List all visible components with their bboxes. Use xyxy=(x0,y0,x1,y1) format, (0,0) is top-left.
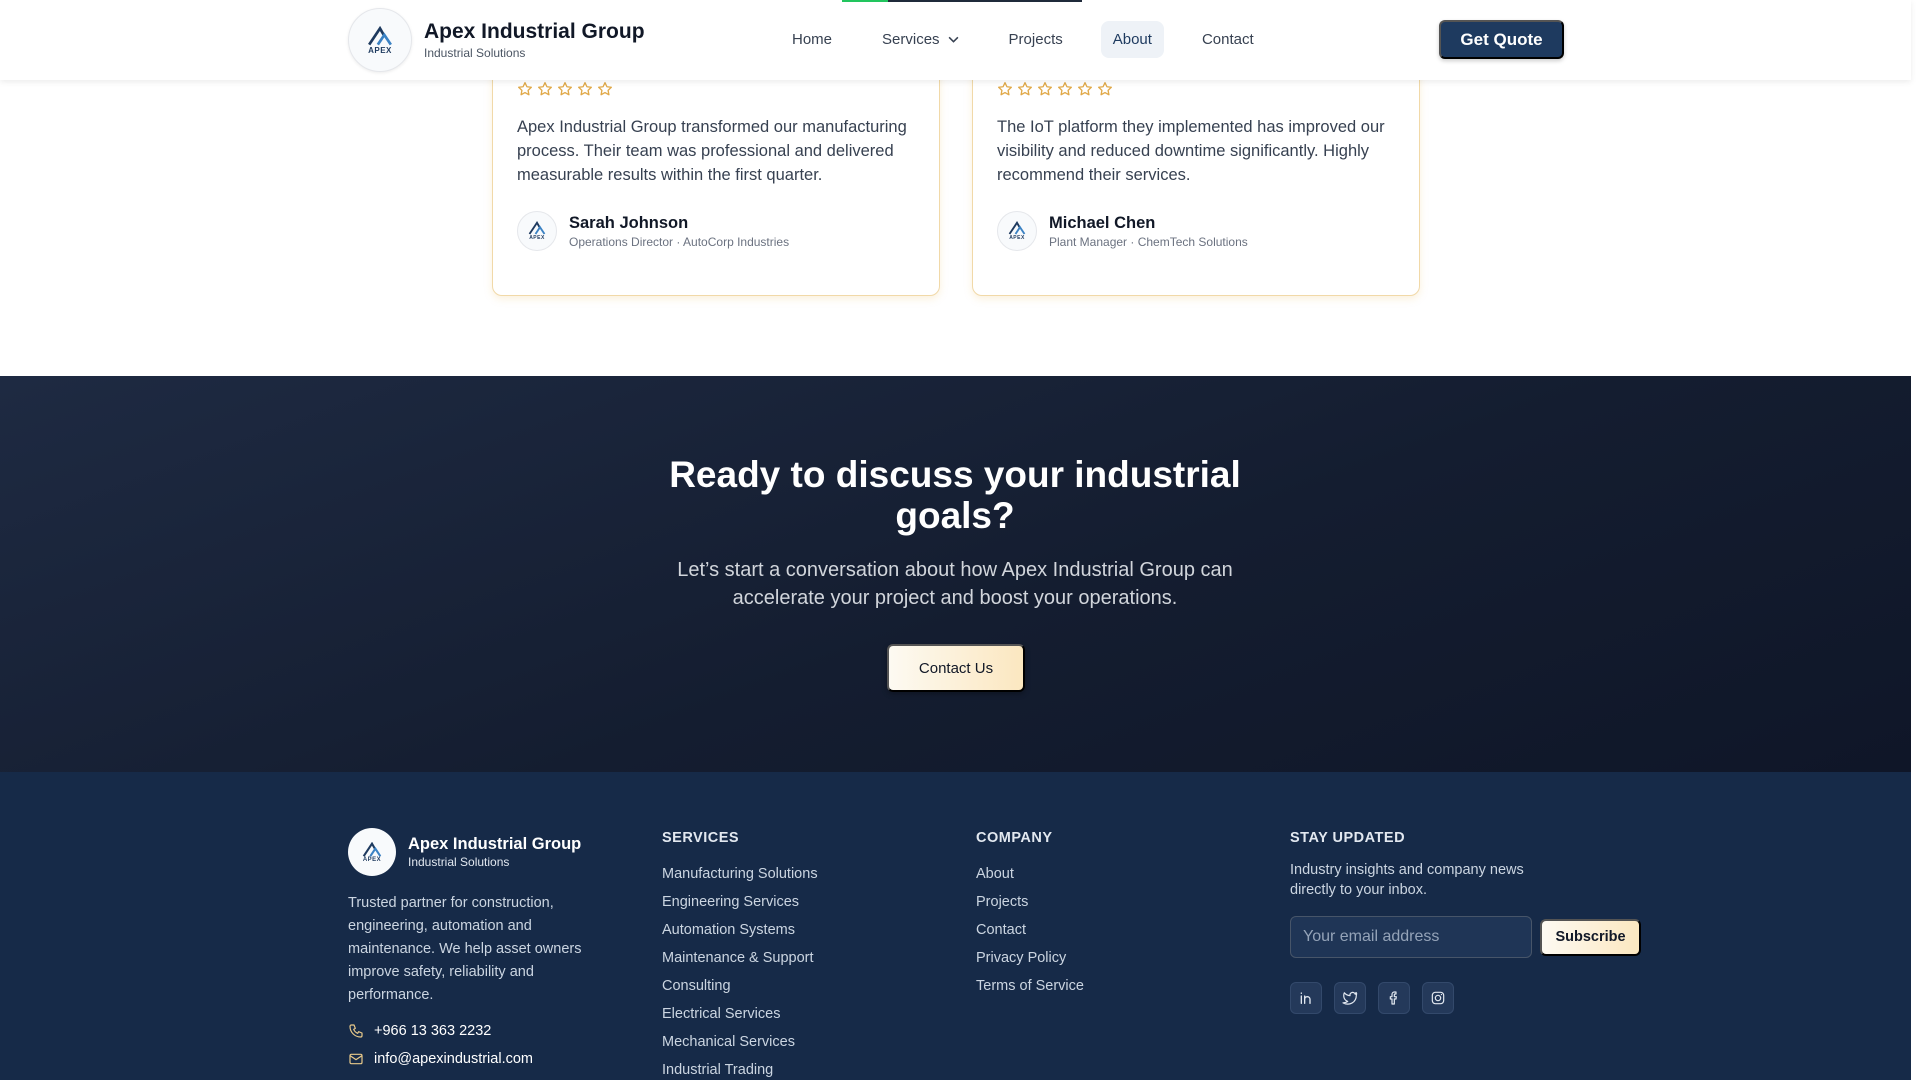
footer-link-projects[interactable]: Projects xyxy=(976,888,1084,916)
footer-brand[interactable]: APEX Apex Industrial Group Industrial So… xyxy=(348,828,581,876)
linkedin-icon xyxy=(1300,992,1311,1004)
footer-description: Trusted partner for construction, engine… xyxy=(348,895,582,1003)
brand[interactable]: APEX Apex Industrial Group Industrial So… xyxy=(348,8,645,72)
star-icon xyxy=(998,82,1012,96)
nav-contact[interactable]: Contact xyxy=(1190,21,1266,58)
logo-wordmark: APEX xyxy=(368,45,392,55)
social-links xyxy=(1290,982,1641,1014)
testimonial-author: APEX Sarah Johnson Operations Director ·… xyxy=(517,211,915,251)
company-logo[interactable]: APEX xyxy=(348,8,412,72)
apex-logo-icon xyxy=(528,221,546,235)
rating-stars xyxy=(997,81,1395,97)
star-icon xyxy=(1078,82,1092,96)
cta-section: Ready to discuss your industrial goals? … xyxy=(0,376,1911,772)
testimonial-quote: The IoT platform they implemented has im… xyxy=(997,118,1385,184)
footer-newsletter-column: STAY UPDATED Industry insights and compa… xyxy=(1290,830,1641,1014)
star-icon xyxy=(518,82,532,96)
site-footer: APEX Apex Industrial Group Industrial So… xyxy=(0,772,1911,1080)
cta-text: Let’s start a conversation about how Ape… xyxy=(677,559,1233,609)
footer-services-column: SERVICES Manufacturing Solutions Enginee… xyxy=(662,830,818,1080)
facebook-icon xyxy=(1389,991,1397,1005)
apex-logo-icon xyxy=(362,841,382,857)
footer-link-consulting[interactable]: Consulting xyxy=(662,972,818,1000)
star-icon xyxy=(1058,82,1072,96)
star-icon xyxy=(1018,82,1032,96)
nav-about[interactable]: About xyxy=(1100,21,1164,58)
testimonial-quote: Apex Industrial Group transformed our ma… xyxy=(517,118,907,184)
star-icon xyxy=(1098,82,1112,96)
logo-wordmark: APEX xyxy=(362,856,382,863)
star-icon xyxy=(538,82,552,96)
subscribe-button[interactable]: Subscribe xyxy=(1540,918,1641,956)
footer-company-column: COMPANY About Projects Contact Privacy P… xyxy=(976,830,1084,1000)
mail-icon xyxy=(349,1053,363,1065)
facebook-link[interactable] xyxy=(1378,982,1410,1014)
footer-phone-link[interactable]: +966 13 363 2232 xyxy=(348,1023,491,1039)
footer-link-contact[interactable]: Contact xyxy=(976,916,1084,944)
apex-logo-icon xyxy=(1008,221,1026,235)
footer-link-engineering[interactable]: Engineering Services xyxy=(662,888,818,916)
phone-icon xyxy=(349,1024,363,1038)
chevron-down-icon xyxy=(948,36,958,43)
twitter-link[interactable] xyxy=(1334,982,1366,1014)
footer-link-terms[interactable]: Terms of Service xyxy=(976,972,1084,1000)
scroll-progress-bar xyxy=(842,0,1082,2)
logo-wordmark: APEX xyxy=(1009,235,1025,241)
instagram-icon xyxy=(1431,991,1445,1005)
footer-company-heading: COMPANY xyxy=(976,830,1053,846)
footer-link-maintenance[interactable]: Maintenance & Support xyxy=(662,944,818,972)
footer-email-link[interactable]: info@apexindustrial.com xyxy=(348,1051,533,1067)
footer-link-manufacturing[interactable]: Manufacturing Solutions xyxy=(662,860,818,888)
contact-us-button[interactable]: Contact Us xyxy=(887,644,1025,692)
author-role: Operations Director · AutoCorp Industrie… xyxy=(569,235,790,249)
footer-brand-name: Apex Industrial Group xyxy=(408,835,582,853)
nav-services[interactable]: Services xyxy=(870,21,971,58)
author-role: Plant Manager · ChemTech Solutions xyxy=(1049,235,1248,249)
testimonial-author: APEX Michael Chen Plant Manager · ChemTe… xyxy=(997,211,1395,251)
footer-services-heading: SERVICES xyxy=(662,830,740,846)
brand-tagline: Industrial Solutions xyxy=(424,46,526,60)
main-nav: Home Services Projects About Contact xyxy=(780,21,1292,58)
footer-link-automation[interactable]: Automation Systems xyxy=(662,916,818,944)
instagram-link[interactable] xyxy=(1422,982,1454,1014)
author-name: Sarah Johnson xyxy=(569,214,689,232)
newsletter-email-input[interactable] xyxy=(1290,916,1532,958)
avatar: APEX xyxy=(997,211,1037,251)
star-icon xyxy=(1038,82,1052,96)
cta-title: Ready to discuss your industrial goals? xyxy=(669,454,1241,536)
footer-link-electrical[interactable]: Electrical Services xyxy=(662,1000,818,1028)
star-icon xyxy=(578,82,592,96)
site-header: APEX Apex Industrial Group Industrial So… xyxy=(0,0,1911,80)
footer-link-privacy[interactable]: Privacy Policy xyxy=(976,944,1084,972)
newsletter-text: Industry insights and company news direc… xyxy=(1290,862,1524,898)
star-icon xyxy=(558,82,572,96)
footer-logo[interactable]: APEX xyxy=(348,828,396,876)
author-name: Michael Chen xyxy=(1049,214,1156,232)
nav-home[interactable]: Home xyxy=(780,21,844,58)
nav-projects[interactable]: Projects xyxy=(997,21,1075,58)
newsletter-form: Subscribe xyxy=(1290,916,1641,958)
footer-newsletter-heading: STAY UPDATED xyxy=(1290,830,1406,846)
footer-link-trading[interactable]: Industrial Trading xyxy=(662,1056,818,1080)
get-quote-button[interactable]: Get Quote xyxy=(1439,20,1564,59)
footer-link-about[interactable]: About xyxy=(976,860,1084,888)
avatar: APEX xyxy=(517,211,557,251)
footer-link-mechanical[interactable]: Mechanical Services xyxy=(662,1028,818,1056)
logo-wordmark: APEX xyxy=(529,235,545,241)
linkedin-link[interactable] xyxy=(1290,982,1322,1014)
brand-name: Apex Industrial Group xyxy=(424,20,645,43)
rating-stars xyxy=(517,81,915,97)
twitter-icon xyxy=(1342,991,1358,1005)
apex-logo-icon xyxy=(368,25,392,45)
footer-brand-tagline: Industrial Solutions xyxy=(408,855,510,869)
star-icon xyxy=(598,82,612,96)
